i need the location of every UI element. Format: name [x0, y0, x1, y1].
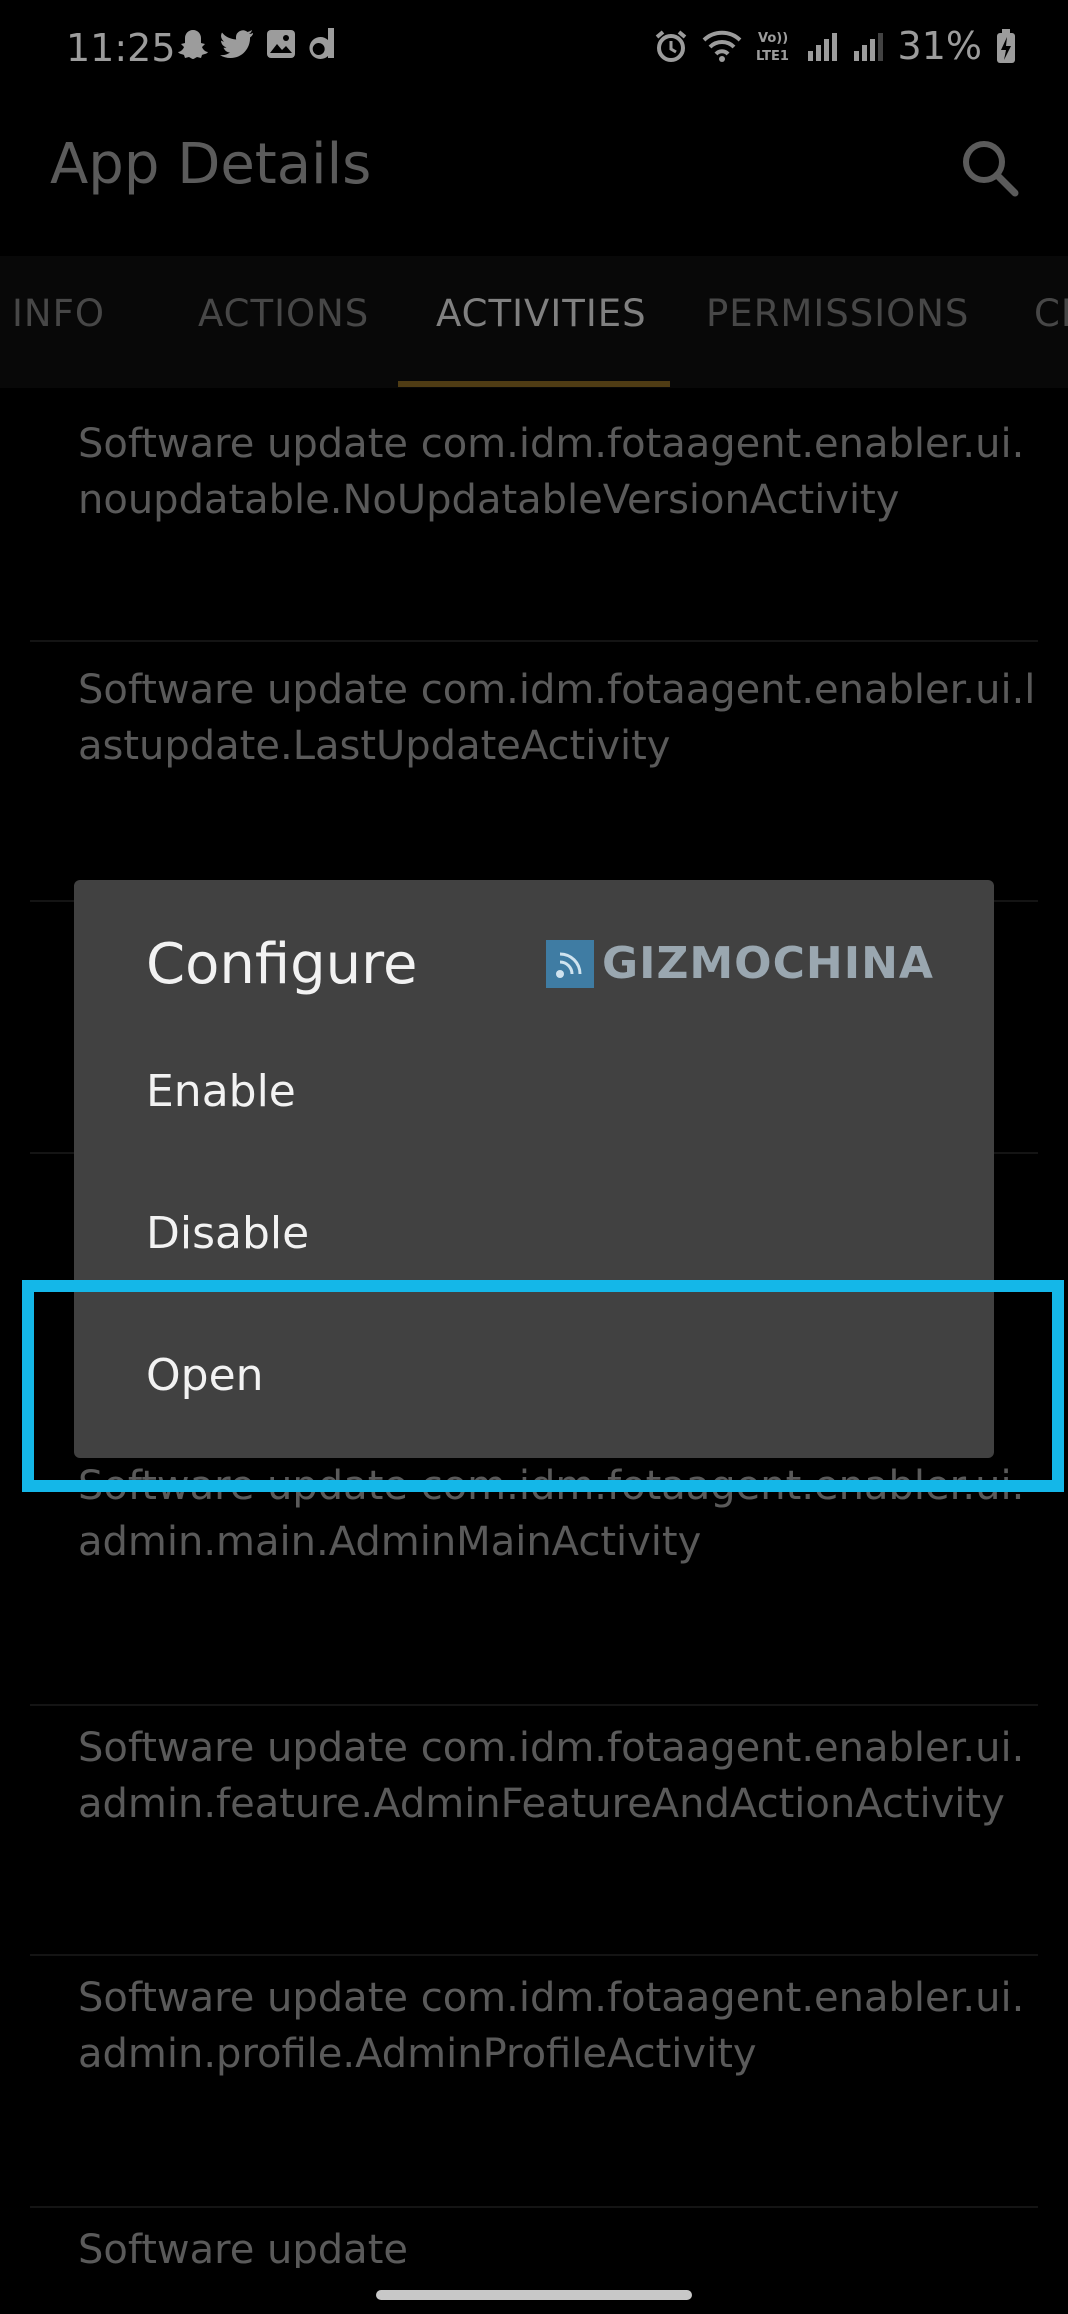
- watermark-text: GIZMOCHINA: [602, 938, 934, 989]
- gizmochina-watermark: GIZMOCHINA: [546, 938, 934, 989]
- dialog-title: Configure: [146, 932, 418, 997]
- enable-option[interactable]: Enable: [146, 1066, 296, 1117]
- highlight-annotation: [22, 1280, 1064, 1492]
- home-indicator[interactable]: [376, 2290, 692, 2300]
- disable-option[interactable]: Disable: [146, 1208, 309, 1259]
- gizmochina-logo-icon: [546, 939, 594, 988]
